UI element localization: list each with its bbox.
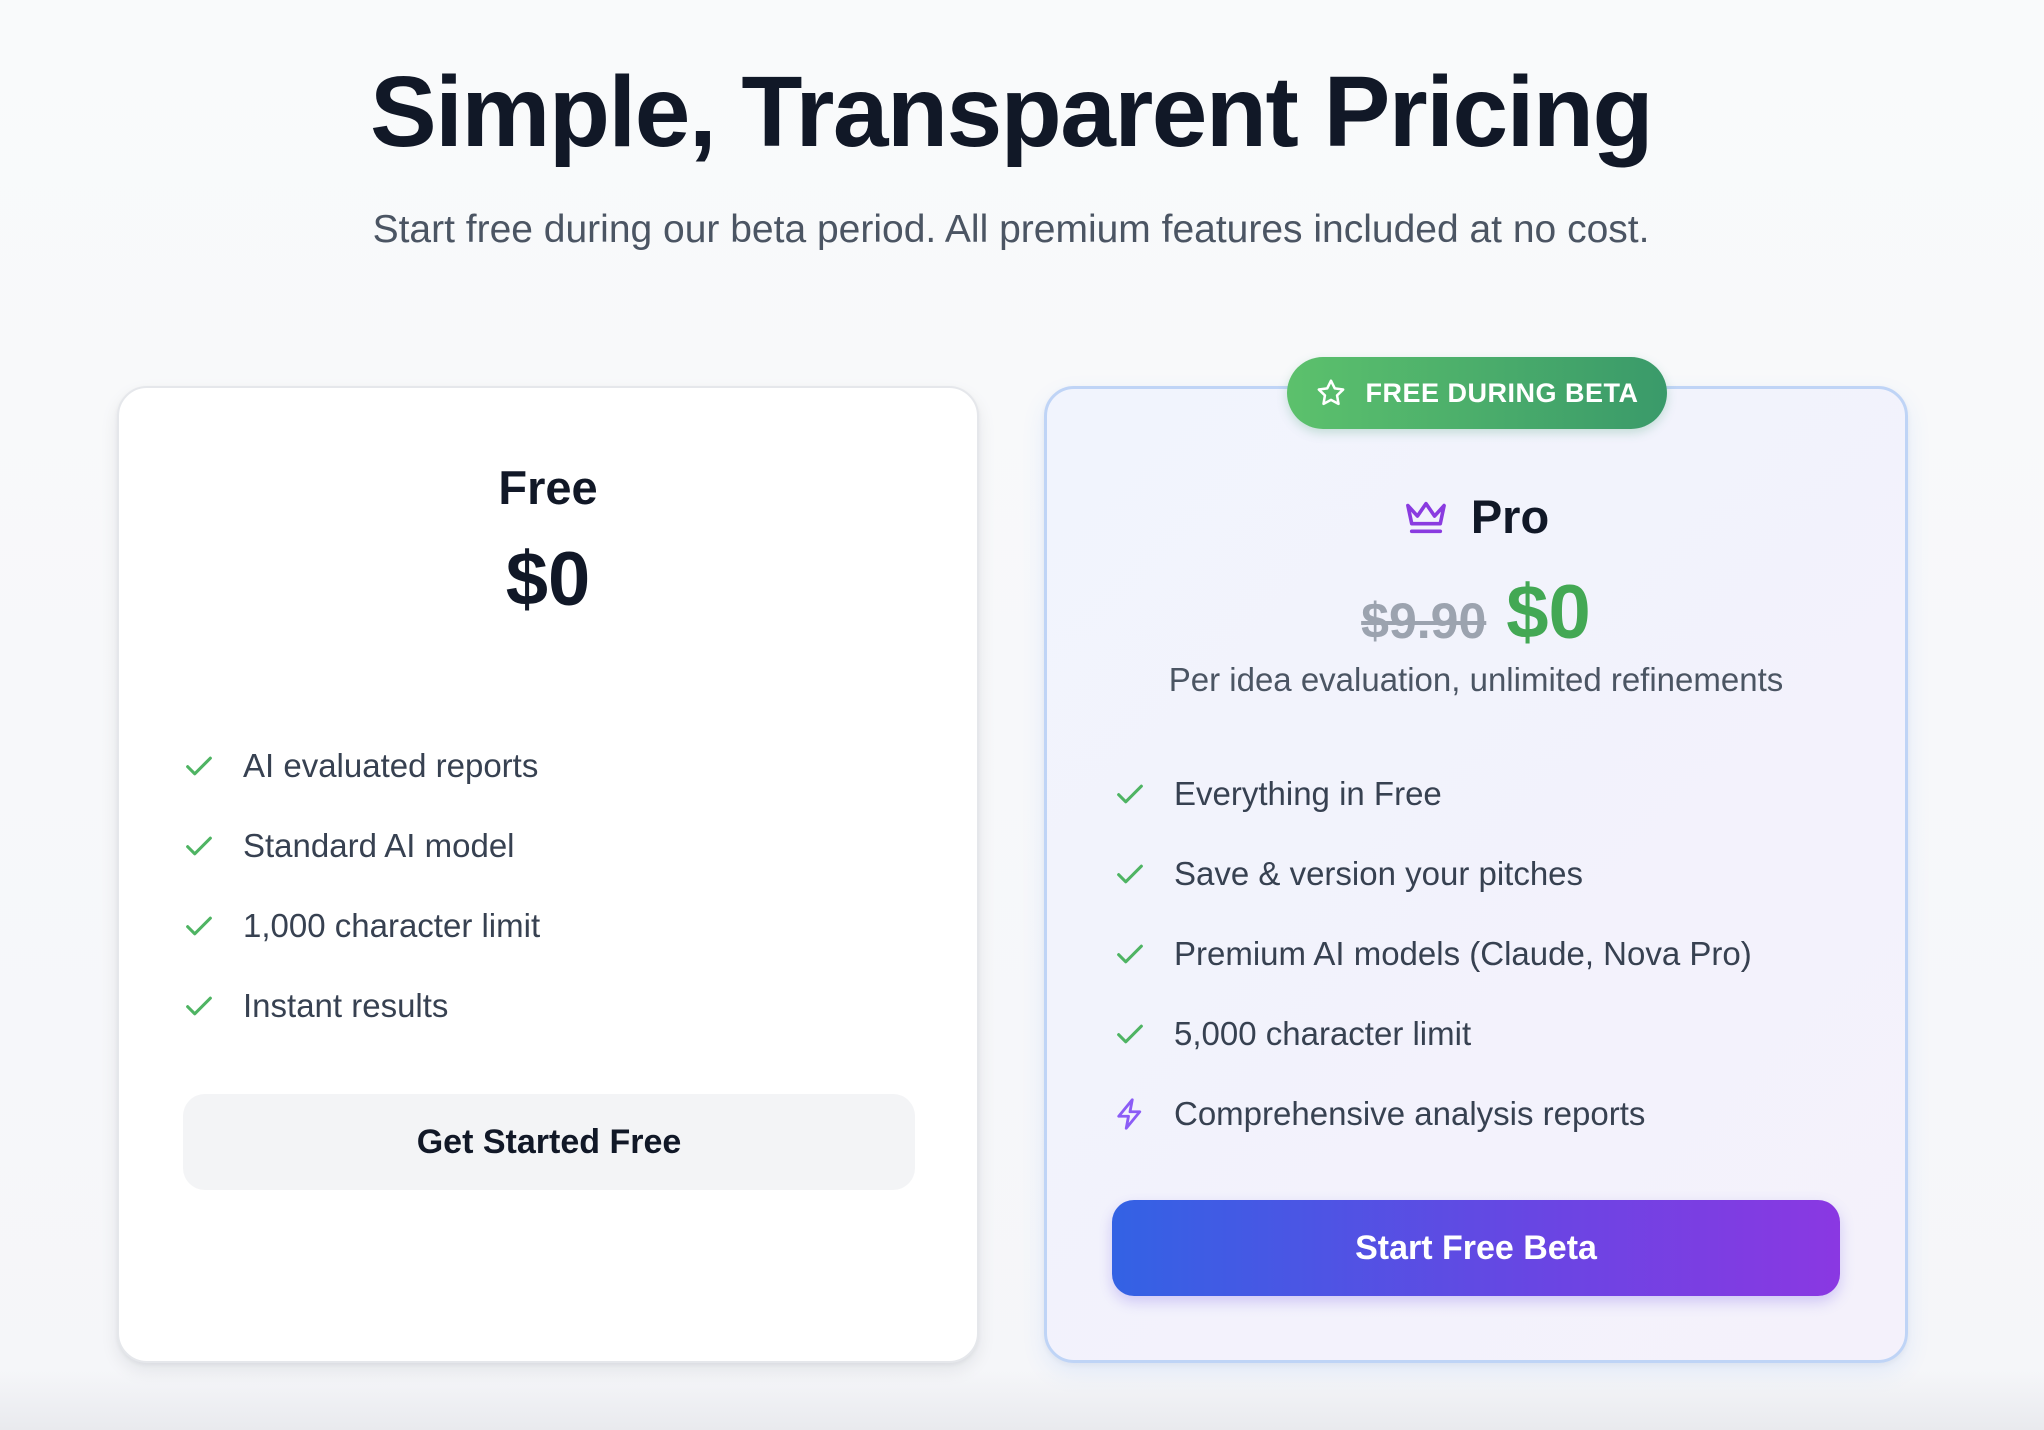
start-free-beta-button[interactable]: Start Free Beta — [1112, 1200, 1840, 1296]
feature-label: Premium AI models (Claude, Nova Pro) — [1174, 935, 1752, 972]
feature-label: Everything in Free — [1174, 775, 1442, 812]
check-icon — [1112, 776, 1148, 812]
check-icon — [181, 828, 217, 864]
feature-label: Save & version your pitches — [1174, 855, 1584, 892]
check-icon — [181, 988, 217, 1024]
feature-item: Standard AI model — [181, 806, 540, 886]
beta-badge-label: FREE DURING BETA — [1365, 377, 1639, 408]
feature-label: Comprehensive analysis reports — [1174, 1095, 1646, 1132]
free-plan-price: $0 — [505, 537, 591, 622]
feature-item: Premium AI models (Claude, Nova Pro) — [1112, 914, 1752, 994]
check-icon — [1112, 856, 1148, 892]
get-started-free-button[interactable]: Get Started Free — [183, 1094, 915, 1190]
check-icon — [181, 908, 217, 944]
feature-item: AI evaluated reports — [181, 726, 540, 806]
crown-icon — [1403, 497, 1449, 537]
page-title: Simple, Transparent Pricing — [369, 56, 1654, 168]
feature-item: Everything in Free — [1112, 754, 1752, 834]
check-icon — [1112, 936, 1148, 972]
star-icon — [1315, 377, 1347, 409]
feature-item: Save & version your pitches — [1112, 834, 1752, 914]
check-icon — [1112, 1016, 1148, 1052]
page-subtitle: Start free during our beta period. All p… — [372, 208, 1650, 251]
beta-badge: FREE DURING BETA — [1287, 357, 1667, 429]
pricing-page: Simple, Transparent Pricing Start free d… — [0, 0, 2044, 1430]
feature-label: 5,000 character limit — [1174, 1015, 1472, 1052]
free-plan-name: Free — [498, 461, 598, 514]
feature-item: 1,000 character limit — [181, 886, 540, 966]
feature-label: Instant results — [243, 987, 449, 1024]
feature-item: Instant results — [181, 966, 540, 1046]
feature-label: Standard AI model — [243, 827, 515, 864]
feature-item: Comprehensive analysis reports — [1112, 1074, 1752, 1154]
check-icon — [181, 748, 217, 784]
feature-label: AI evaluated reports — [243, 747, 539, 784]
lightning-icon — [1112, 1096, 1148, 1132]
original-price: $9.90 — [1361, 593, 1487, 649]
pro-plan-price: $0 — [1506, 570, 1591, 655]
pro-price-note: Per idea evaluation, unlimited refinemen… — [1168, 661, 1784, 698]
feature-label: 1,000 character limit — [243, 907, 541, 944]
pro-feature-list: Everything in Free Save & version your p… — [1112, 754, 1752, 1154]
pro-plan-name: Pro — [1470, 490, 1550, 543]
pro-plan-card: FREE DURING BETA Pro $9.90 $0 Per idea e… — [1044, 357, 1908, 1363]
feature-item: 5,000 character limit — [1112, 994, 1752, 1074]
free-plan-card: Free $0 AI evaluated reports Standard AI… — [117, 386, 979, 1363]
pro-price-row: $9.90 $0 — [1047, 569, 1905, 656]
free-feature-list: AI evaluated reports Standard AI model 1… — [181, 726, 540, 1046]
pro-plan-header: Pro — [1047, 489, 1905, 544]
bottom-fade — [0, 1370, 2044, 1430]
